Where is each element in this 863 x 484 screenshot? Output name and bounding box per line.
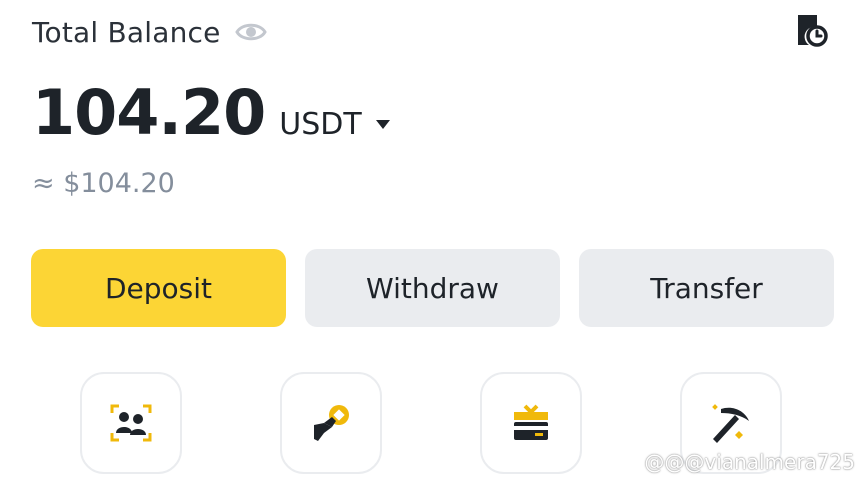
action-buttons: Deposit Withdraw Transfer — [31, 249, 834, 327]
total-balance-label: Total Balance — [32, 15, 221, 49]
currency-label: USDT — [279, 107, 362, 142]
transfer-button[interactable]: Transfer — [579, 249, 834, 327]
currency-selector[interactable]: USDT — [279, 107, 390, 142]
earn-icon — [310, 403, 352, 443]
fiat-equivalent: ≈ $104.20 — [32, 168, 175, 199]
balance-header: Total Balance — [32, 14, 267, 50]
gift-card-icon — [511, 404, 551, 442]
history-icon[interactable] — [795, 12, 829, 48]
earn-tile[interactable] — [280, 372, 382, 474]
watermark: @@@vianalmera725 — [644, 450, 855, 474]
eye-icon[interactable] — [234, 20, 267, 44]
balance-amount: 104.20 — [32, 76, 266, 149]
deposit-button[interactable]: Deposit — [31, 249, 286, 327]
referral-tile[interactable] — [80, 372, 182, 474]
referral-icon — [110, 404, 152, 442]
mining-pool-icon — [709, 401, 753, 445]
gift-card-tile[interactable] — [480, 372, 582, 474]
caret-down-icon — [375, 119, 390, 130]
withdraw-button[interactable]: Withdraw — [305, 249, 560, 327]
balance-amount-row: 104.20 USDT — [32, 76, 390, 149]
